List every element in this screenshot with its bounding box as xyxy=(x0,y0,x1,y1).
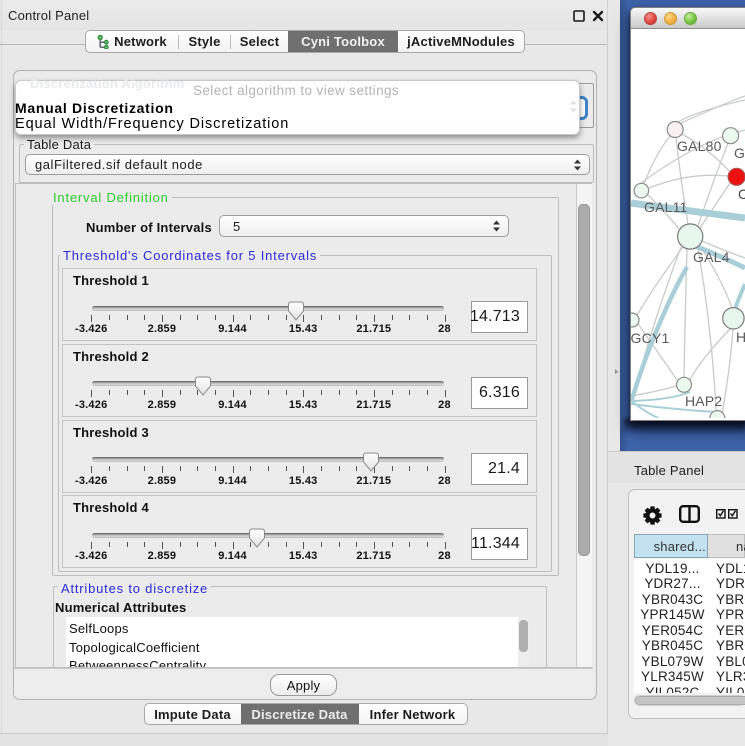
svg-text:C: C xyxy=(738,186,745,202)
svg-text:GCY1: GCY1 xyxy=(631,330,669,346)
svg-text:H: H xyxy=(736,329,745,345)
svg-text:GAL4: GAL4 xyxy=(693,249,730,265)
svg-text:HAP2: HAP2 xyxy=(685,393,722,409)
svg-text:GA: GA xyxy=(734,145,745,161)
svg-text:GAL80: GAL80 xyxy=(677,138,722,154)
svg-text:GAL11: GAL11 xyxy=(644,199,688,215)
